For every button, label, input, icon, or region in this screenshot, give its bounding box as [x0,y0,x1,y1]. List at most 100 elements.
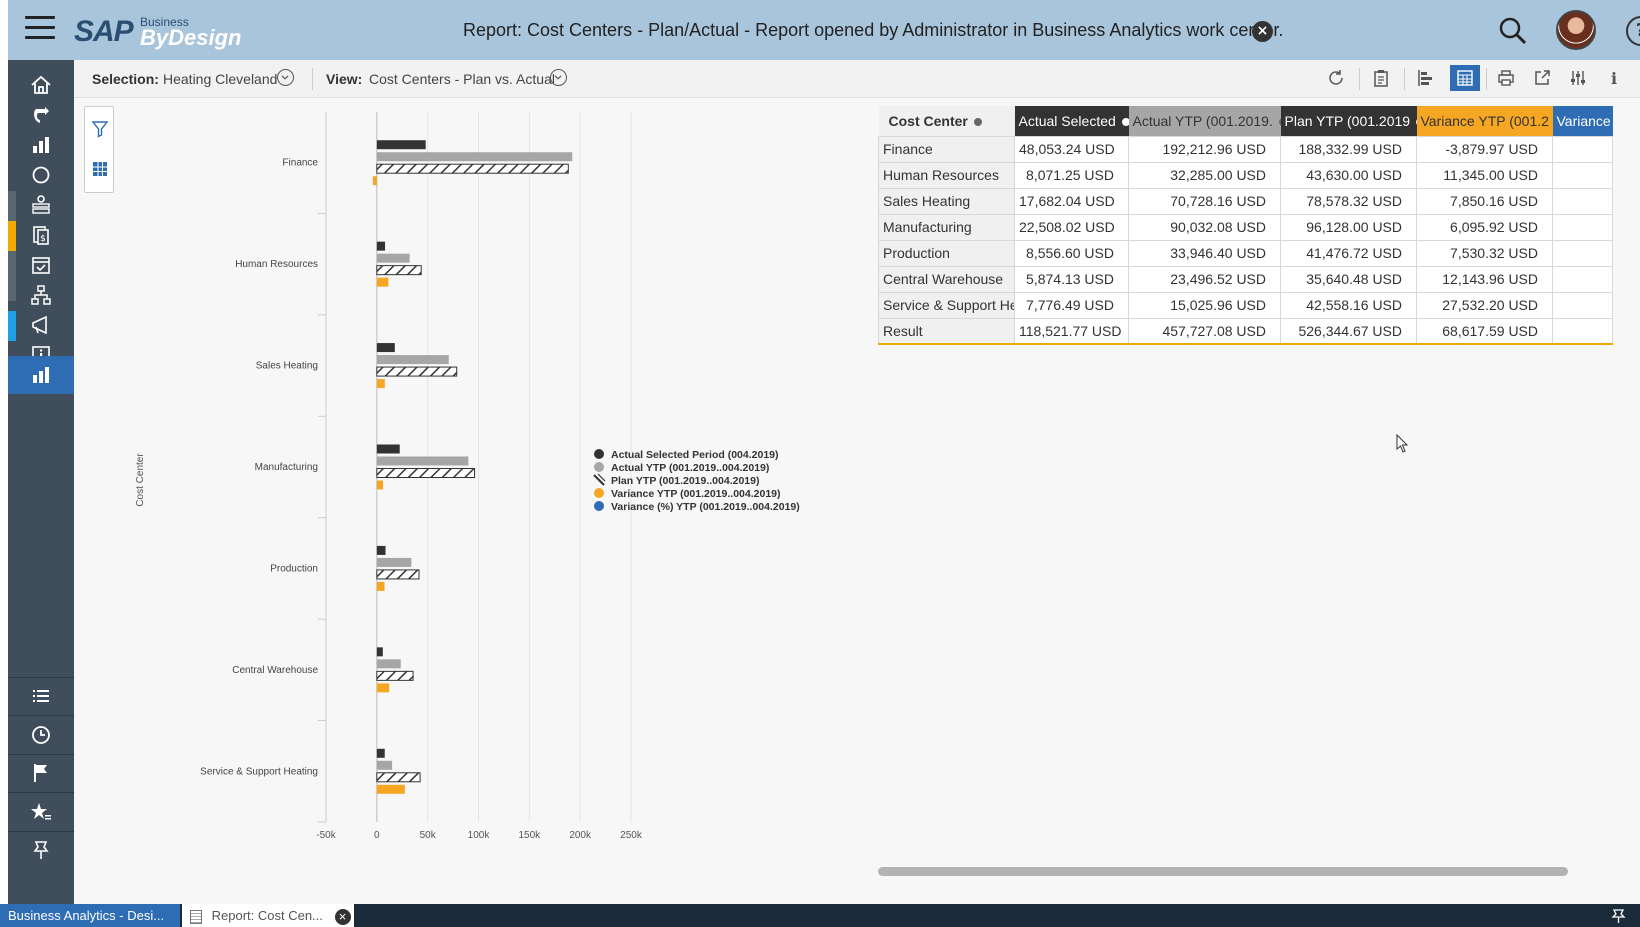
table-row[interactable]: Human Resources 8,071.25 USD 32,285.00 USD… [878,161,1613,189]
column-header[interactable]: Cost Center [878,106,1015,136]
column-header[interactable]: Actual YTP (001.2019. [1128,106,1281,136]
x-tick-label: 150k [518,830,541,841]
chevron-down-icon[interactable] [277,69,294,86]
flag-icon[interactable] [8,758,74,788]
clipboard-icon[interactable] [1369,66,1393,90]
value-cell: 78,578.32 USD [1280,187,1417,215]
bar [376,760,393,770]
value-cell: 8,556.60 USD [1014,239,1129,267]
finance-doc-icon[interactable]: $ [8,220,74,250]
bar [376,772,421,783]
pin-icon[interactable] [8,835,74,865]
chevron-down-icon[interactable] [550,69,567,86]
value-cell: 22,508.02 USD [1014,213,1129,241]
legend-marker [594,462,604,472]
table-row[interactable]: Production 8,556.60 USD 33,946.40 USD 41,47… [878,239,1613,267]
value-cell: 90,032.08 USD [1128,213,1281,241]
sort-dot-icon[interactable] [1121,118,1129,127]
bar [372,176,377,186]
toolbar-divider [1404,68,1405,90]
value-cell [1552,317,1613,345]
row-label-cell: Finance [878,135,1015,163]
row-label-cell: Manufacturing [878,213,1015,241]
close-icon[interactable]: × [1252,21,1273,42]
legend-label: Plan YTP (001.2019..004.2019) [611,475,759,487]
megaphone-icon[interactable] [8,310,74,340]
toolbar-divider [1486,68,1487,90]
org-icon[interactable] [8,190,74,220]
user-avatar[interactable] [1556,10,1596,50]
legend-marker [593,474,605,486]
close-icon[interactable]: × [334,908,351,925]
refresh-icon[interactable] [8,100,74,130]
cost-center-table: Cost Center Actual Selected Actual YTP (00… [878,106,1613,345]
row-label-cell: Central Warehouse [878,265,1015,293]
export-icon[interactable] [1530,66,1554,90]
table-row[interactable]: Finance 48,053.24 USD 192,212.96 USD 188,33… [878,135,1613,163]
bar [376,545,386,555]
list-icon[interactable] [8,682,74,712]
value-cell: 6,095.92 USD [1416,213,1553,241]
bar [376,659,401,669]
bar [376,480,384,490]
circle-icon[interactable] [8,160,74,190]
row-label-cell: Sales Heating [878,187,1015,215]
info-icon[interactable]: i [1602,66,1626,90]
value-cell [1552,187,1613,215]
shell-header: SAP Business ByDesign Report: Cost Cente… [8,0,1640,60]
taskbar-tab-report[interactable]: Report: Cost Cen... × [182,904,354,927]
value-cell: 457,727.08 USD [1128,317,1281,345]
home-icon[interactable] [8,70,74,100]
category-label: Manufacturing [255,462,318,473]
table-icon[interactable] [1450,65,1480,91]
taskbar-tab-business-analytics[interactable]: Business Analytics - Desi... [0,904,180,927]
column-header-label: Cost Center [888,112,968,129]
sort-dot-icon[interactable] [973,118,982,127]
taskbar-pin-icon[interactable] [1610,907,1628,925]
settings-icon[interactable] [1566,66,1590,90]
table-row[interactable]: Sales Heating 17,682.04 USD 70,728.16 USD 7… [878,187,1613,215]
refresh-icon[interactable] [1324,66,1348,90]
menu-icon[interactable] [25,16,55,42]
column-header[interactable]: Variance YTP (001.2 [1416,106,1553,136]
column-header[interactable]: Variance ( [1552,106,1613,136]
calendar-icon[interactable] [8,250,74,280]
hierarchy-icon[interactable] [8,280,74,310]
dashboard-icon[interactable] [8,130,74,160]
bar [376,557,412,567]
sap-bydesign-logo[interactable]: SAP Business ByDesign [74,13,254,50]
table-row[interactable]: Central Warehouse 5,874.13 USD 23,496.52 U… [878,265,1613,293]
bar [376,163,569,174]
value-cell [1552,291,1613,319]
print-icon[interactable] [1494,66,1518,90]
x-tick-label: -50k [316,830,336,841]
table-header-row: Cost Center Actual Selected Actual YTP (00… [878,106,1613,136]
column-header[interactable]: Plan YTP (001.2019 [1280,106,1417,136]
view-value[interactable]: Cost Centers - Plan vs. Actual [369,71,555,87]
value-cell: 27,532.20 USD [1416,291,1553,319]
value-cell: 188,332.99 USD [1280,135,1417,163]
row-label-cell: Production [878,239,1015,267]
clock-icon[interactable] [8,720,74,750]
bar [376,277,389,287]
table-row[interactable]: Service & Support Heat7,776.49 USD15,025… [878,291,1613,319]
sort-dot-icon[interactable] [1278,118,1281,127]
taskbar: Business Analytics - Desi... Report: Cos… [0,904,1640,927]
legend-marker [594,488,604,498]
table-row[interactable]: Result 118,521.77 USD 457,727.08 USD 526,34… [878,317,1613,345]
favorites-icon[interactable] [8,797,74,827]
legend-label: Variance YTP (001.2019..004.2019) [611,488,781,500]
mouse-cursor-icon [1396,434,1409,453]
bar [376,456,469,466]
help-icon[interactable]: ? [1626,16,1640,46]
value-cell [1552,135,1613,163]
search-icon[interactable] [1498,16,1528,46]
column-header-label: Actual Selected [1018,112,1116,129]
selection-value[interactable]: Heating Cleveland [163,71,277,87]
value-cell: 17,682.04 USD [1014,187,1129,215]
column-header[interactable]: Actual Selected [1014,106,1129,136]
bar-chart-icon[interactable] [8,356,74,394]
bar-chart-icon[interactable] [1414,66,1438,90]
horizontal-scrollbar[interactable] [878,867,1568,876]
table-row[interactable]: Manufacturing 22,508.02 USD 90,032.08 USD 9… [878,213,1613,241]
